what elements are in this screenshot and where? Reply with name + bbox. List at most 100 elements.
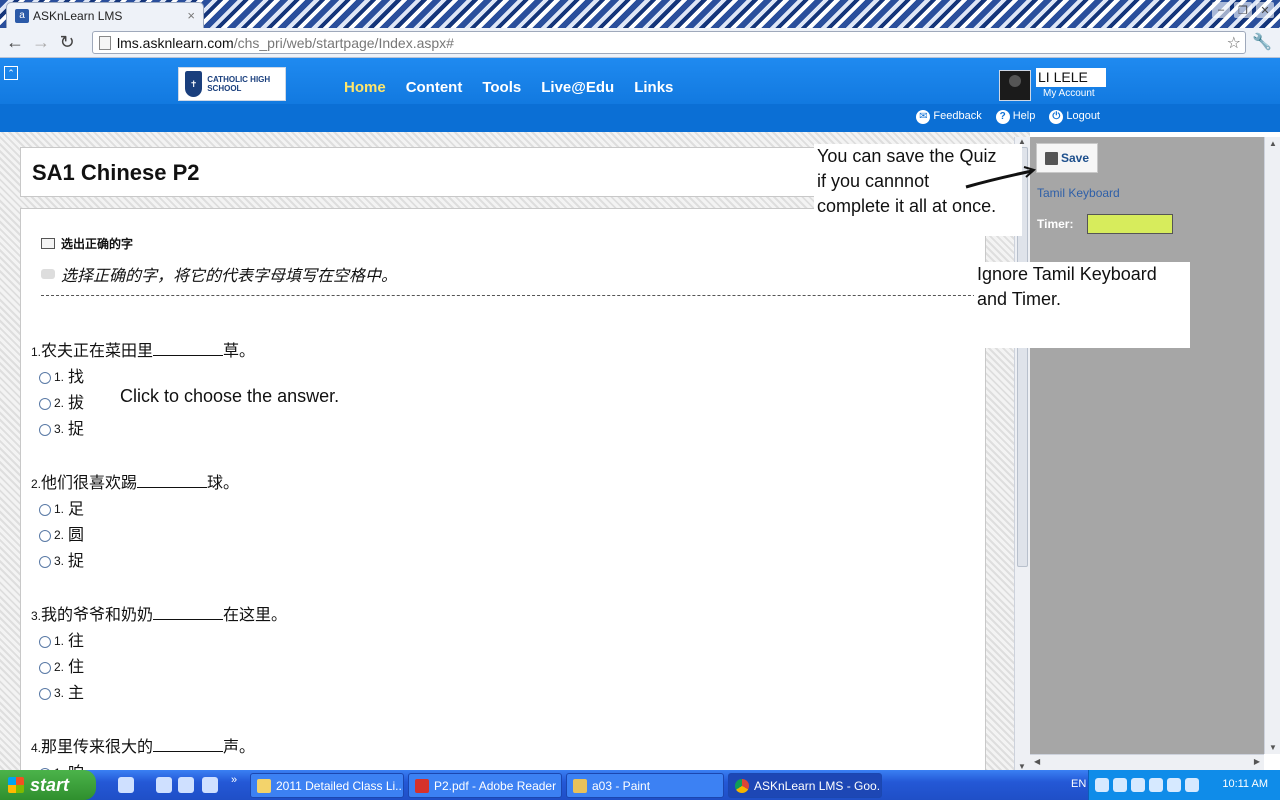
clock: 10:11 AM — [1222, 778, 1268, 790]
my-account-link[interactable]: My Account — [1043, 88, 1095, 99]
network-icon[interactable] — [1113, 778, 1127, 792]
start-button[interactable]: start — [0, 770, 96, 800]
url-path: /chs_pri/web/startpage/Index.aspx# — [233, 34, 454, 51]
tamil-keyboard-link[interactable]: Tamil Keyboard — [1037, 186, 1120, 200]
radio-button[interactable] — [39, 556, 51, 568]
taskbar-item-label: ASKnLearn LMS - Goo... — [754, 778, 882, 793]
question-number: 1. — [31, 345, 42, 359]
address-bar[interactable]: lms.asknlearn.com /chs_pri/web/startpage… — [92, 31, 1246, 54]
taskbar-item-paint[interactable]: a03 - Paint — [566, 773, 724, 798]
system-tray: EN 10:11 AM — [1071, 770, 1280, 800]
question-text: 我的爷爷和奶奶 — [41, 605, 154, 624]
forward-icon[interactable]: → — [30, 32, 52, 54]
radio-button[interactable] — [39, 372, 51, 384]
question-text: 那里传来很大的 — [41, 737, 154, 756]
option-2-3[interactable]: 3. 捉 — [39, 547, 84, 571]
show-desktop-icon[interactable] — [118, 777, 134, 793]
wireless-icon[interactable] — [1185, 778, 1199, 792]
option-number: 2. — [54, 660, 65, 674]
taskbar-item-chrome[interactable]: ASKnLearn LMS - Goo... — [728, 773, 882, 798]
scroll-left-icon[interactable]: ◀ — [1034, 757, 1040, 766]
annotation-line: Click to choose the answer. — [120, 386, 340, 406]
timer-display — [1087, 214, 1173, 234]
pdf-icon — [415, 778, 429, 793]
option-text: 住 — [68, 657, 85, 676]
save-label: Save — [1060, 151, 1090, 165]
radio-button[interactable] — [39, 688, 51, 700]
school-logo[interactable]: ✝ CATHOLIC HIGH SCHOOL — [178, 67, 286, 101]
taskbar-item-folder[interactable]: 2011 Detailed Class Li... — [250, 773, 404, 798]
start-label: start — [30, 774, 70, 795]
tray-app-icon[interactable] — [1131, 778, 1145, 792]
wrench-menu-icon[interactable]: 🔧 — [1252, 32, 1272, 52]
chrome-icon[interactable] — [178, 777, 194, 793]
section-heading: 选出正确的字 — [41, 235, 133, 252]
chrome-icon — [735, 778, 749, 793]
save-button[interactable]: Save — [1036, 143, 1098, 173]
annotation-line: Ignore Tamil Keyboard — [977, 264, 1157, 284]
taskbar-item-label: 2011 Detailed Class Li... — [276, 778, 404, 793]
app-quicklaunch-icon[interactable] — [202, 777, 218, 793]
ie-icon[interactable] — [156, 777, 172, 793]
bookmark-star-icon[interactable]: ☆ — [1227, 33, 1241, 53]
option-number: 1. — [54, 502, 65, 516]
tray-arrow-icon[interactable] — [1095, 778, 1109, 792]
nav-home[interactable]: Home — [344, 79, 386, 96]
radio-button[interactable] — [39, 530, 51, 542]
browser-toolbar: ← → ↻ lms.asknlearn.com /chs_pri/web/sta… — [0, 28, 1280, 58]
school-crest-icon: ✝ — [185, 71, 203, 97]
option-2-2[interactable]: 2. 圆 — [39, 521, 84, 545]
browser-titlebar: a ASKnLearn LMS × – ❐ ✕ — [0, 0, 1280, 28]
option-2-1[interactable]: 1. 足 — [39, 495, 84, 519]
back-icon[interactable]: ← — [4, 32, 26, 54]
nav-tools[interactable]: Tools — [482, 79, 521, 96]
logout-link[interactable]: ⏻ Logout — [1049, 110, 1100, 124]
radio-button[interactable] — [39, 424, 51, 436]
maximize-icon[interactable]: ❐ — [1234, 2, 1252, 18]
feedback-link[interactable]: ✉ Feedback — [916, 110, 982, 124]
close-window-icon[interactable]: ✕ — [1256, 2, 1274, 18]
option-1-3[interactable]: 3. 捉 — [39, 415, 84, 439]
option-number: 3. — [54, 422, 65, 436]
taskbar-item-label: P2.pdf - Adobe Reader — [434, 778, 557, 793]
radio-button[interactable] — [39, 662, 51, 674]
taskbar-item-pdf[interactable]: P2.pdf - Adobe Reader — [408, 773, 562, 798]
reload-icon[interactable]: ↻ — [56, 32, 78, 54]
collapse-header-icon[interactable]: ⌃ — [4, 66, 18, 80]
minimize-icon[interactable]: – — [1212, 2, 1230, 18]
power-icon: ⏻ — [1049, 110, 1064, 124]
option-3-3[interactable]: 3. 主 — [39, 679, 84, 703]
radio-button[interactable] — [39, 504, 51, 516]
annotation-line: complete it all at once. — [817, 196, 997, 216]
floppy-disk-icon — [1044, 151, 1058, 165]
side-panel-scrollbar[interactable]: ▲ ▼ — [1264, 137, 1280, 754]
option-1-1[interactable]: 1. 找 — [39, 363, 84, 387]
browser-tab[interactable]: a ASKnLearn LMS × — [6, 2, 204, 28]
option-1-2[interactable]: 2. 拔 — [39, 389, 84, 413]
nav-live-edu[interactable]: Live@Edu — [541, 79, 614, 96]
timer-label: Timer: — [1037, 217, 1074, 231]
language-indicator[interactable]: EN — [1071, 778, 1086, 790]
scroll-down-icon[interactable]: ▼ — [1269, 743, 1277, 752]
safely-remove-icon[interactable] — [1149, 778, 1163, 792]
scroll-up-icon[interactable]: ▲ — [1269, 139, 1277, 148]
side-panel-hscrollbar[interactable]: ◀ ▶ — [1030, 754, 1264, 770]
radio-button[interactable] — [39, 636, 51, 648]
radio-button[interactable] — [39, 398, 51, 410]
option-3-1[interactable]: 1. 往 — [39, 627, 84, 651]
option-number: 3. — [54, 554, 65, 568]
feedback-label: Feedback — [933, 110, 982, 122]
tab-close-icon[interactable]: × — [187, 8, 195, 23]
nav-links[interactable]: Links — [634, 79, 673, 96]
help-link[interactable]: ? Help — [995, 110, 1035, 124]
option-3-2[interactable]: 2. 住 — [39, 653, 84, 677]
question-text: 农夫正在菜田里 — [41, 341, 154, 360]
quicklaunch-chevron-icon[interactable]: » — [231, 774, 237, 786]
divider — [41, 295, 985, 296]
question-text-end: 草。 — [223, 341, 256, 360]
volume-icon[interactable] — [1167, 778, 1181, 792]
nav-content[interactable]: Content — [406, 79, 463, 96]
avatar[interactable] — [999, 70, 1031, 101]
scroll-right-icon[interactable]: ▶ — [1254, 757, 1260, 766]
help-icon: ? — [995, 110, 1010, 124]
